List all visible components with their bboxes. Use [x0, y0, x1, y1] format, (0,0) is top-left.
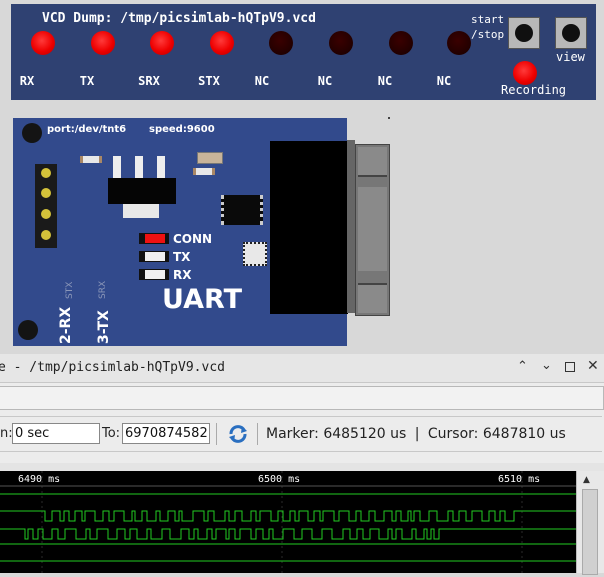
vertical-scrollbar[interactable]: ▲ — [576, 471, 604, 575]
smd-resistor — [80, 156, 102, 163]
mount-hole-bottom-left — [18, 320, 38, 340]
channel-led-nc-2 — [329, 31, 353, 55]
waveform-gap — [0, 463, 604, 471]
tx-led — [139, 251, 169, 262]
refresh-icon[interactable] — [227, 423, 249, 445]
view-button[interactable] — [555, 17, 587, 49]
channel-label-nc-2: NC — [317, 74, 333, 88]
toolbar-separator — [257, 423, 258, 445]
channel-label-nc-1: NC — [254, 74, 270, 88]
vcd-dump-panel: VCD Dump: /tmp/picsimlab-hQTpV9.vcd RX T… — [11, 4, 596, 100]
conn-label: CONN — [173, 232, 213, 246]
ruler-label-2: 6500 ms — [258, 474, 300, 485]
pin-header — [35, 164, 57, 248]
pin2-label: 2-RX — [58, 306, 74, 344]
recording-label: Recording — [501, 83, 567, 97]
chevron-up-icon[interactable]: ⌃ — [517, 359, 528, 374]
srx-label: SRX — [98, 280, 108, 299]
tx-label: TX — [173, 250, 191, 264]
ruler-label-1: 6490 ms — [18, 474, 60, 485]
db9-connector — [270, 141, 348, 314]
port-text: port:/dev/tnt6 — [47, 124, 127, 135]
uart-label: UART — [162, 284, 242, 315]
regulator-pin — [113, 156, 121, 178]
channel-label-nc-4: NC — [436, 74, 452, 88]
start-stop-label: start /stop — [471, 13, 505, 41]
scrollbar-thumb[interactable] — [582, 489, 598, 575]
channel-label-stx: STX — [198, 74, 220, 88]
channel-led-rx — [31, 31, 55, 55]
signal-trace-2 — [0, 528, 576, 540]
marker-text: Marker: 6485120 us — [266, 426, 407, 442]
smd-capacitor — [197, 152, 223, 164]
uart-board: port:/dev/tnt6 speed:9600 CONN TX RX UAR… — [13, 118, 348, 346]
start-stop-button[interactable] — [508, 17, 540, 49]
voltage-regulator — [108, 178, 176, 204]
view-label: view — [556, 50, 585, 64]
channel-label-nc-3: NC — [377, 74, 393, 88]
channel-label-tx: TX — [79, 74, 95, 88]
close-icon[interactable]: ✕ — [587, 358, 599, 374]
waveform-display[interactable]: 6490 ms 6500 ms 6510 ms — [0, 471, 576, 573]
minimize-icon[interactable]: ⌄ — [541, 358, 552, 373]
menu-strip — [0, 386, 604, 410]
rx-label: RX — [173, 268, 192, 282]
channel-label-srx: SRX — [138, 74, 160, 88]
from-label: n: — [0, 426, 13, 441]
vcd-title: VCD Dump: /tmp/picsimlab-hQTpV9.vcd — [42, 11, 316, 26]
smd-resistor-2 — [193, 168, 215, 175]
signal-traces — [0, 493, 576, 562]
max232-chip — [221, 195, 263, 225]
status-text: Marker: 6485120 us | Cursor: 6487810 us — [266, 426, 566, 442]
channel-led-nc-3 — [389, 31, 413, 55]
cursor-text: Cursor: 6487810 us — [427, 426, 566, 442]
pin3-label: 3-TX — [96, 310, 112, 344]
to-label: To: — [102, 426, 121, 441]
regulator-pin — [135, 156, 143, 178]
scroll-up-icon[interactable]: ▲ — [583, 475, 590, 485]
window-title: e - /tmp/picsimlab-hQTpV9.vcd — [0, 360, 225, 375]
mount-hole-top-left — [22, 123, 42, 143]
db9-shell-edge — [347, 140, 355, 313]
waveform-window: e - /tmp/picsimlab-hQTpV9.vcd ⌃ ⌄ ✕ n: 0… — [0, 354, 604, 575]
ruler-label-3: 6510 ms — [498, 474, 540, 485]
regulator-tab — [123, 204, 159, 218]
channel-led-nc-1 — [269, 31, 293, 55]
window-titlebar: e - /tmp/picsimlab-hQTpV9.vcd ⌃ ⌄ ✕ — [0, 354, 604, 383]
channel-led-stx — [210, 31, 234, 55]
signal-trace-1 — [0, 510, 576, 522]
speed-text: speed:9600 — [149, 124, 215, 135]
toolbar-separator — [216, 423, 217, 445]
toolbar: n: 0 sec To: 6970874582 Marker: 6485120 … — [0, 416, 602, 452]
stx-label: STX — [65, 281, 75, 299]
maximize-icon[interactable] — [565, 362, 575, 372]
db9-shell — [355, 144, 390, 316]
smd-component — [243, 242, 267, 266]
divider-dot — [388, 117, 390, 119]
channel-led-tx — [91, 31, 115, 55]
regulator-pin — [157, 156, 165, 178]
channel-led-srx — [150, 31, 174, 55]
channel-led-nc-4 — [447, 31, 471, 55]
to-input[interactable]: 6970874582 — [122, 423, 210, 444]
recording-indicator — [513, 61, 537, 85]
from-input[interactable]: 0 sec — [12, 423, 100, 444]
channel-label-rx: RX — [19, 74, 35, 88]
rx-led — [139, 269, 169, 280]
conn-led — [139, 233, 169, 244]
